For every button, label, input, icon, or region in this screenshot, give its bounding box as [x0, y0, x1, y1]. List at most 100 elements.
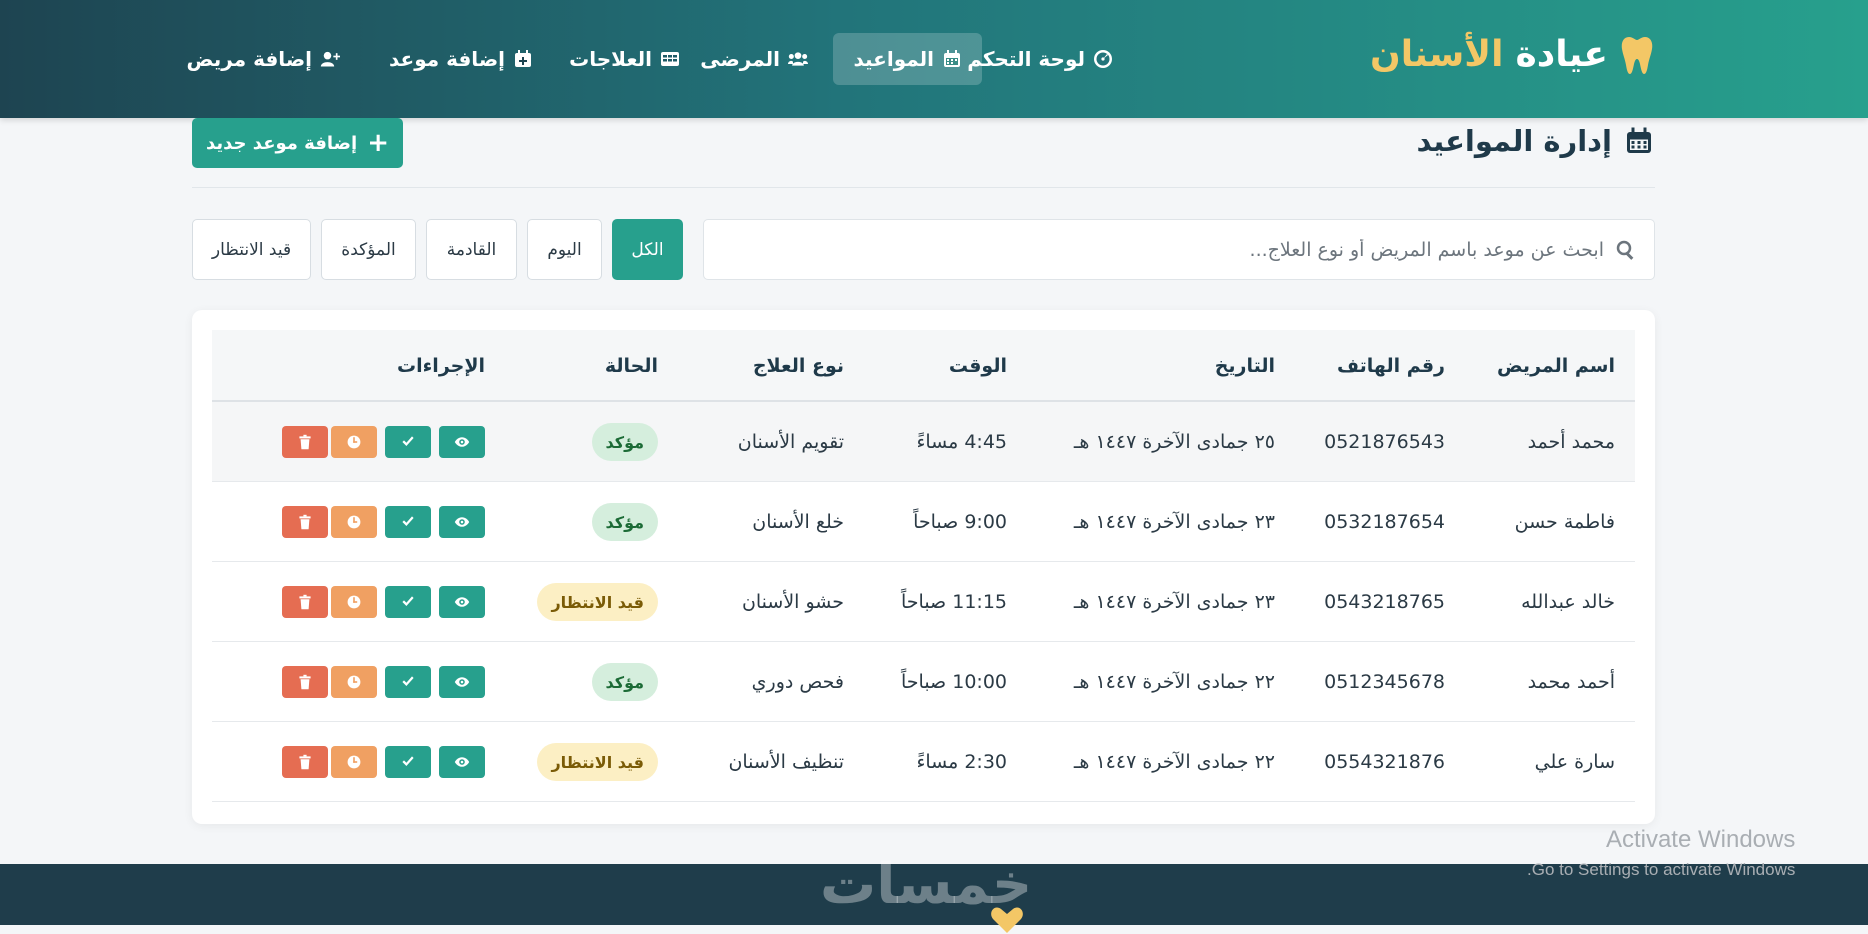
date-cell: ٢٥ جمادى الآخرة ١٤٤٧ هـ — [1073, 431, 1275, 453]
confirm-button[interactable] — [385, 586, 431, 618]
confirm-button[interactable] — [385, 426, 431, 458]
table-row[interactable]: أحمد محمد 0512345678 ٢٢ جمادى الآخرة ١٤٤٧ … — [212, 642, 1635, 722]
reschedule-button[interactable] — [331, 666, 377, 698]
reschedule-button[interactable] — [331, 426, 377, 458]
table-row[interactable]: محمد أحمد 0521876543 ٢٥ جمادى الآخرة ١٤٤٧ … — [212, 402, 1635, 482]
status-badge: مؤكد — [591, 423, 658, 461]
add-appointment-label: إضافة موعد جديد — [206, 132, 358, 154]
table-row[interactable]: فاطمة حسن 0532187654 ٢٣ جمادى الآخرة ١٤٤٧ … — [212, 482, 1635, 562]
calendar-icon — [944, 50, 960, 67]
reschedule-button[interactable] — [331, 586, 377, 618]
status-badge: مؤكد — [591, 503, 658, 541]
search-box — [703, 219, 1655, 280]
delete-button[interactable] — [282, 586, 328, 618]
time-cell: 9:00 صباحاً — [913, 511, 1007, 533]
nav-label: المواعيد — [853, 47, 934, 71]
nav-label: إضافة مريض — [186, 47, 313, 71]
clock-icon — [347, 675, 361, 689]
activate-windows-watermark: Activate Windows Go to Settings to activ… — [1527, 826, 1795, 880]
nav-item-appointments[interactable]: المواعيد — [833, 33, 982, 85]
view-button[interactable] — [439, 586, 485, 618]
filter-upcoming[interactable]: القادمة — [426, 219, 517, 280]
treatment-cell: خلع الأسنان — [752, 511, 844, 533]
trash-icon — [299, 674, 311, 690]
eye-icon — [454, 677, 470, 687]
view-button[interactable] — [439, 426, 485, 458]
filter-confirmed[interactable]: المؤكدة — [321, 219, 416, 280]
time-cell: 10:00 صباحاً — [901, 671, 1007, 693]
nav-links: لوحة التحكم المواعيد المرضى العلاجات إضا… — [0, 33, 1868, 85]
nav-item-add-patient[interactable]: إضافة مريض — [167, 33, 361, 85]
date-cell: ٢٢ جمادى الآخرة ١٤٤٧ هـ — [1073, 751, 1275, 773]
dashboard-icon — [1094, 50, 1112, 68]
date-cell: ٢٣ جمادى الآخرة ١٤٤٧ هـ — [1073, 511, 1275, 533]
watermark-title: Activate Windows — [1605, 826, 1796, 853]
table-header: اسم المريض رقم الهاتف التاريخ الوقت نوع … — [212, 330, 1635, 402]
filter-label: المؤكدة — [341, 239, 396, 260]
check-icon — [402, 436, 414, 446]
column-header: الحالة — [604, 355, 658, 377]
filter-today[interactable]: اليوم — [527, 219, 602, 280]
eye-icon — [454, 517, 470, 527]
delete-button[interactable] — [282, 426, 328, 458]
time-cell: 11:15 صباحاً — [901, 591, 1007, 613]
treatment-cell: فحص دوري — [751, 671, 844, 693]
eye-icon — [454, 437, 470, 447]
nav-label: المرضى — [700, 47, 780, 71]
reschedule-button[interactable] — [331, 506, 377, 538]
page-title-text: إدارة المواعيد — [1416, 124, 1612, 158]
nav-item-patients[interactable]: المرضى — [680, 33, 828, 85]
delete-button[interactable] — [282, 666, 328, 698]
view-button[interactable] — [439, 506, 485, 538]
confirm-button[interactable] — [385, 746, 431, 778]
add-appointment-button[interactable]: + إضافة موعد جديد — [192, 118, 403, 168]
time-cell: 4:45 مساءً — [916, 431, 1007, 453]
view-button[interactable] — [439, 666, 485, 698]
delete-button[interactable] — [282, 506, 328, 538]
trash-icon — [299, 594, 311, 610]
appointments-table-card: اسم المريض رقم الهاتف التاريخ الوقت نوع … — [192, 310, 1655, 824]
watermark-subtitle: Go to Settings to activate Windows. — [1527, 860, 1796, 879]
eye-icon — [454, 757, 470, 767]
nav-item-treatments[interactable]: العلاجات — [549, 33, 700, 85]
check-icon — [402, 676, 414, 686]
status-badge: قيد الانتظار — [537, 583, 658, 621]
divider — [192, 187, 1655, 188]
patient-name-cell: أحمد محمد — [1527, 671, 1615, 693]
phone-cell: 0521876543 — [1324, 431, 1445, 453]
calendar-plus-icon — [515, 50, 531, 67]
nav-label: العلاجات — [569, 47, 652, 71]
view-button[interactable] — [439, 746, 485, 778]
search-input[interactable] — [724, 220, 1604, 279]
filter-label: القادمة — [446, 239, 497, 260]
nav-item-add-appointment[interactable]: إضافة موعد — [369, 33, 553, 85]
nav-label: إضافة موعد — [388, 47, 505, 71]
filter-pending[interactable]: قيد الانتظار — [192, 219, 311, 280]
table-icon — [661, 52, 679, 66]
clock-icon — [347, 435, 361, 449]
navbar: عيادة الأسنان لوحة التحكم المواعيد المرض… — [0, 0, 1868, 118]
reschedule-button[interactable] — [331, 746, 377, 778]
plus-icon: + — [367, 128, 390, 158]
confirm-button[interactable] — [385, 506, 431, 538]
delete-button[interactable] — [282, 746, 328, 778]
trash-icon — [299, 514, 311, 530]
clock-icon — [347, 755, 361, 769]
table-row[interactable]: خالد عبدالله 0543218765 ٢٣ جمادى الآخرة ١٤… — [212, 562, 1635, 642]
column-header: الإجراءات — [396, 355, 485, 377]
trash-icon — [299, 434, 311, 450]
calendar-icon — [1627, 127, 1651, 153]
nav-label: لوحة التحكم — [967, 47, 1085, 71]
eye-icon — [454, 597, 470, 607]
filter-label: اليوم — [547, 239, 582, 260]
status-badge: مؤكد — [591, 663, 658, 701]
confirm-button[interactable] — [385, 666, 431, 698]
patient-name-cell: محمد أحمد — [1527, 431, 1615, 453]
patient-name-cell: سارة علي — [1534, 751, 1615, 773]
patient-name-cell: فاطمة حسن — [1514, 511, 1615, 533]
status-badge: قيد الانتظار — [537, 743, 658, 781]
phone-cell: 0512345678 — [1324, 671, 1445, 693]
user-plus-icon — [320, 51, 340, 67]
table-row[interactable]: سارة علي 0554321876 ٢٢ جمادى الآخرة ١٤٤٧ ه… — [212, 722, 1635, 802]
filter-all[interactable]: الكل — [612, 219, 683, 280]
